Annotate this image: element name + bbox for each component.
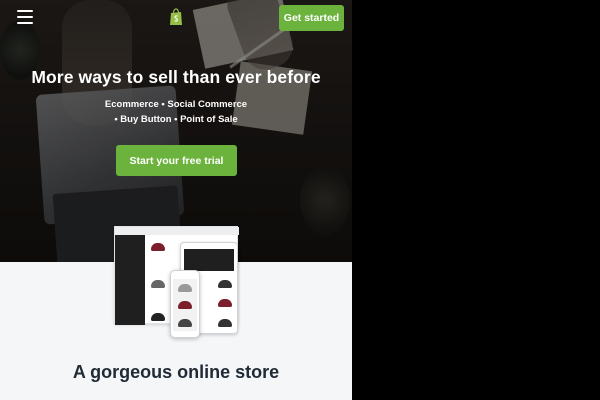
hero-overlay [0, 0, 352, 262]
product-cap-image [178, 301, 192, 309]
sales-channels-line: • Buy Button • Point of Sale [114, 114, 238, 125]
product-cap-image [151, 280, 165, 288]
product-cap-image [218, 299, 232, 307]
store-sidebar [115, 235, 145, 325]
product-cap-image [178, 319, 192, 327]
store-banner [184, 249, 234, 271]
sales-channels-text: Ecommerce • Social Commerce • Buy Button… [0, 97, 352, 127]
product-cap-image [178, 284, 192, 292]
hamburger-menu-icon[interactable] [17, 10, 33, 24]
shopify-bag-icon[interactable] [168, 8, 184, 26]
product-cap-image [218, 280, 232, 288]
device-mockups-image [114, 226, 239, 338]
phone-screen [173, 279, 197, 331]
mobile-viewport: Get started More ways to sell than ever … [0, 0, 352, 400]
sales-channels-line: Ecommerce • Social Commerce [104, 99, 248, 110]
hero-section: Get started More ways to sell than ever … [0, 0, 352, 262]
product-cap-image [151, 243, 165, 251]
product-cap-image [218, 319, 232, 327]
phone-mockup [170, 270, 200, 338]
start-free-trial-button[interactable]: Start your free trial [116, 145, 237, 176]
browser-bar [115, 227, 239, 235]
product-cap-image [151, 313, 165, 321]
get-started-button[interactable]: Get started [279, 5, 344, 31]
section-title: A gorgeous online store [72, 362, 280, 382]
hero-title: More ways to sell than ever before [31, 67, 321, 87]
